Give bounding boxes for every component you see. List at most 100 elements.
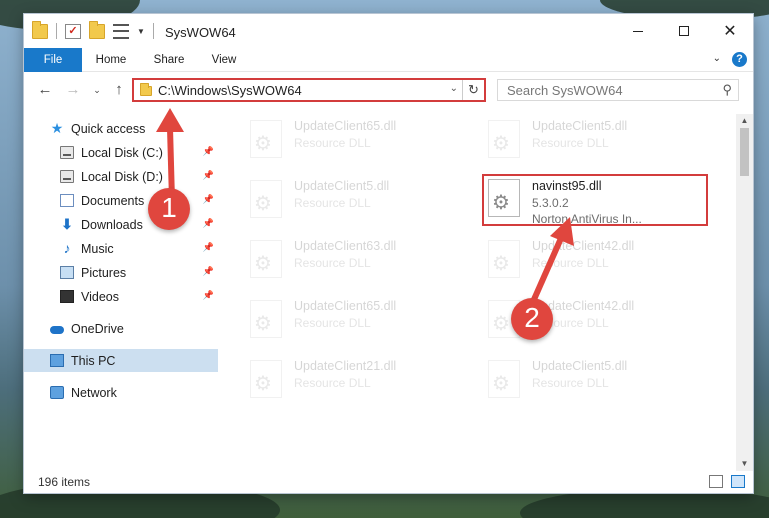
sidebar-item-music[interactable]: ♪ Music 📌 [24,237,218,260]
sidebar-item-local-disk-c[interactable]: Local Disk (C:) 📌 [24,141,218,164]
sidebar-item-label: Local Disk (C:) [81,145,163,160]
star-icon: ★ [50,120,64,136]
sidebar-item-network[interactable]: Network [24,381,218,404]
scrollbar-thumb[interactable] [740,128,749,176]
sidebar-item-onedrive[interactable]: OneDrive [24,317,218,340]
expand-ribbon-icon[interactable]: ⌄ [713,53,721,64]
file-name: navinst95.dll [532,179,602,193]
address-bar[interactable]: C:\Windows\SysWOW64 ⌄ ↻ [132,78,486,102]
address-history-chevron-icon[interactable]: ⌄ [450,83,458,94]
pin-icon[interactable]: 📌 [203,266,214,277]
properties-check-icon[interactable]: ✓ [65,23,81,39]
sidebar-item-downloads[interactable]: ⬇ Downloads 📌 [24,213,218,236]
address-path[interactable]: C:\Windows\SysWOW64 [158,83,302,98]
file-item[interactable]: UpdateClient5.dll Resource DLL [484,116,704,166]
toolbar-separator [152,23,154,39]
folder-icon [32,20,48,39]
file-item[interactable]: UpdateClient65.dll Resource DLL [246,116,466,166]
pin-icon[interactable]: 📌 [203,218,214,229]
minimize-icon [633,30,643,32]
file-item[interactable]: UpdateClient63.dll Resource DLL [246,236,466,286]
file-description: Norton AntiVirus In... [532,212,642,226]
details-view-icon[interactable] [709,475,723,488]
sidebar-item-pictures[interactable]: Pictures 📌 [24,261,218,284]
step-1-badge: 1 [148,188,190,230]
recent-locations-chevron-icon[interactable]: ⌄ [88,81,106,99]
step-2-badge: 2 [511,298,553,340]
pin-icon[interactable]: 📌 [203,290,214,301]
file-description: Resource DLL [532,256,609,270]
scroll-down-arrow-icon[interactable]: ▼ [736,457,753,471]
pin-icon[interactable]: 📌 [203,194,214,205]
download-icon: ⬇ [61,216,73,232]
pictures-icon [60,266,74,279]
search-input[interactable]: Search SysWOW64 ⚲ [497,79,739,101]
sidebar-item-label: Downloads [81,217,143,232]
file-item[interactable]: UpdateClient65.dll Resource DLL [246,296,466,346]
dll-file-icon [250,120,282,158]
sidebar-item-label: OneDrive [71,321,124,336]
close-icon: ✕ [723,23,737,40]
tab-home[interactable]: Home [86,48,136,72]
folder-icon [140,83,152,96]
sidebar-item-label: Quick access [71,121,146,136]
file-description: Resource DLL [294,376,371,390]
music-icon: ♪ [63,240,71,256]
forward-arrow-icon[interactable]: → [64,81,82,99]
tab-view[interactable]: View [202,48,246,72]
file-item[interactable]: UpdateClient42.dll Resource DLL [484,236,704,286]
sidebar-item-label: Documents [81,193,145,208]
dll-file-icon [250,360,282,398]
ribbon-tabs: File Home Share View ⌄ ? [24,48,753,72]
maximize-button[interactable] [661,14,707,48]
vertical-scrollbar[interactable]: ▲ ▼ [736,114,753,471]
cloud-icon [50,326,64,334]
file-description: Resource DLL [294,256,371,270]
file-description: Resource DLL [294,136,371,150]
pin-icon[interactable]: 📌 [203,170,214,181]
status-bar: 196 items [24,471,753,493]
pin-icon[interactable]: 📌 [203,146,214,157]
title-bar: ✓ ▼ SysWOW64 ✕ [24,14,753,48]
file-item[interactable]: UpdateClient5.dll Resource DLL [484,356,704,406]
minimize-button[interactable] [615,14,661,48]
file-item-navinst95[interactable]: navinst95.dll 5.3.0.2 Norton AntiVirus I… [482,174,708,226]
customize-toolbar-icon[interactable] [113,23,129,39]
file-item[interactable]: UpdateClient21.dll Resource DLL [246,356,466,406]
tab-file[interactable]: File [24,48,82,72]
maximize-icon [679,26,689,36]
tab-share[interactable]: Share [144,48,194,72]
file-item[interactable]: UpdateClient5.dll Resource DLL [246,176,466,226]
quick-access-toolbar: ✓ ▼ [32,20,154,39]
sidebar-item-label: Videos [81,289,119,304]
chevron-down-icon[interactable]: ▼ [137,27,145,36]
dll-file-icon [250,180,282,218]
up-arrow-icon[interactable]: ↑ [110,81,128,99]
disk-icon [60,146,74,159]
sidebar-item-label: Pictures [81,265,127,280]
file-name: UpdateClient42.dll [532,239,635,253]
file-description: Resource DLL [532,376,609,390]
file-name: UpdateClient5.dll [532,119,628,133]
file-name: UpdateClient5.dll [532,359,628,373]
sidebar-item-this-pc[interactable]: This PC [24,349,218,372]
search-placeholder: Search SysWOW64 [507,83,623,98]
sidebar-item-quick-access[interactable]: ★ Quick access [24,117,218,140]
sidebar-item-label: This PC [71,353,116,368]
search-icon[interactable]: ⚲ [722,82,732,98]
refresh-icon[interactable]: ↻ [462,80,484,100]
sidebar-item-videos[interactable]: Videos 📌 [24,285,218,308]
close-button[interactable]: ✕ [707,14,753,48]
navigation-bar: ← → ⌄ ↑ C:\Windows\SysWOW64 ⌄ ↻ Search S… [24,73,753,107]
file-name: UpdateClient63.dll [294,239,397,253]
new-folder-icon[interactable] [89,20,105,39]
sidebar-item-local-disk-d[interactable]: Local Disk (D:) 📌 [24,165,218,188]
back-arrow-icon[interactable]: ← [36,81,54,99]
file-name: UpdateClient65.dll [294,299,397,313]
large-icons-view-icon[interactable] [731,475,745,488]
file-name: UpdateClient5.dll [294,179,390,193]
window-title: SysWOW64 [165,25,236,40]
help-icon[interactable]: ? [732,52,747,67]
scroll-up-arrow-icon[interactable]: ▲ [736,114,753,128]
pin-icon[interactable]: 📌 [203,242,214,253]
